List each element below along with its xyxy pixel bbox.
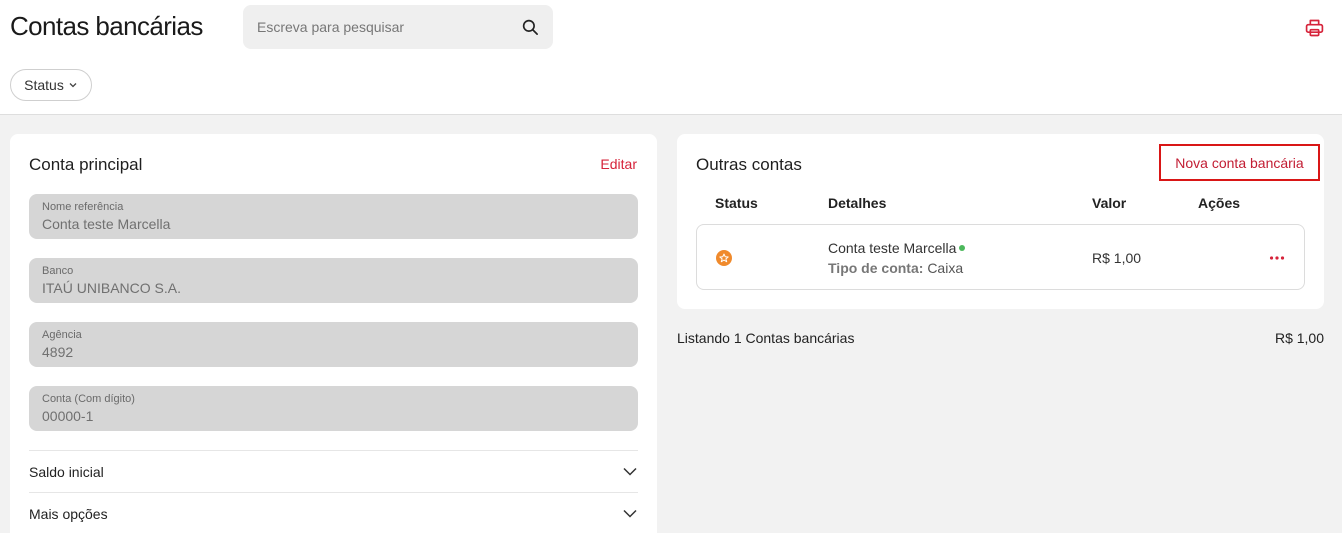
- chevron-down-icon: [69, 83, 77, 88]
- new-bank-account-button[interactable]: Nova conta bancária: [1159, 144, 1320, 181]
- field-value: ITAÚ UNIBANCO S.A.: [42, 280, 181, 296]
- active-status-dot: [959, 245, 966, 252]
- chevron-down-icon: [623, 467, 637, 476]
- account-type-value: Caixa: [927, 260, 964, 276]
- search-box: [243, 5, 553, 49]
- account-value: R$ 1,00: [1092, 250, 1142, 266]
- field-value: 00000-1: [42, 408, 94, 424]
- account-type: Tipo de conta: Caixa: [828, 260, 963, 276]
- other-accounts-title: Outras contas: [696, 155, 802, 174]
- more-horizontal-icon[interactable]: [1269, 256, 1285, 260]
- initial-balance-accordion[interactable]: Saldo inicial: [29, 450, 638, 492]
- account-number-field: Conta (Com dígito) 00000-1: [29, 386, 638, 431]
- agency-field: Agência 4892: [29, 322, 638, 367]
- search-icon[interactable]: [521, 18, 539, 36]
- star-icon: [719, 253, 729, 263]
- status-filter-label: Status: [24, 77, 64, 93]
- main-account-title: Conta principal: [29, 155, 143, 174]
- search-input[interactable]: [243, 5, 513, 49]
- column-header-actions: Ações: [1198, 195, 1241, 211]
- account-name: Conta teste Marcella: [828, 240, 966, 256]
- field-label: Agência: [42, 329, 82, 341]
- edit-link[interactable]: Editar: [600, 156, 637, 172]
- page-title: Contas bancárias: [10, 11, 203, 41]
- accordion-label: Mais opções: [29, 505, 108, 522]
- column-header-status: Status: [715, 195, 758, 211]
- top-bar: Contas bancárias Status: [0, 0, 1342, 115]
- status-filter-button[interactable]: Status: [10, 69, 92, 101]
- total-value: R$ 1,00: [1274, 330, 1324, 346]
- status-indicator: [716, 250, 732, 266]
- account-type-label: Tipo de conta:: [828, 260, 924, 276]
- chevron-down-icon: [623, 509, 637, 518]
- table-row[interactable]: Conta teste Marcella Tipo de conta: Caix…: [696, 224, 1305, 290]
- field-value: Conta teste Marcella: [42, 216, 171, 232]
- other-accounts-card: Outras contas Nova conta bancária Status…: [677, 134, 1324, 309]
- main-account-card: Conta principal Editar Nome referência C…: [10, 134, 657, 533]
- field-value: 4892: [42, 344, 74, 360]
- more-options-accordion[interactable]: Mais opções: [29, 492, 638, 533]
- column-header-value: Valor: [1092, 195, 1127, 211]
- reference-name-field: Nome referência Conta teste Marcella: [29, 194, 638, 239]
- account-name-text: Conta teste Marcella: [828, 240, 957, 256]
- listing-count-text: Listando 1 Contas bancárias: [677, 330, 855, 346]
- column-header-details: Detalhes: [828, 195, 887, 211]
- field-label: Conta (Com dígito): [42, 393, 135, 405]
- bank-field: Banco ITAÚ UNIBANCO S.A.: [29, 258, 638, 303]
- accordion-label: Saldo inicial: [29, 463, 104, 480]
- field-label: Nome referência: [42, 201, 124, 213]
- field-label: Banco: [42, 265, 74, 277]
- printer-icon[interactable]: [1304, 18, 1325, 38]
